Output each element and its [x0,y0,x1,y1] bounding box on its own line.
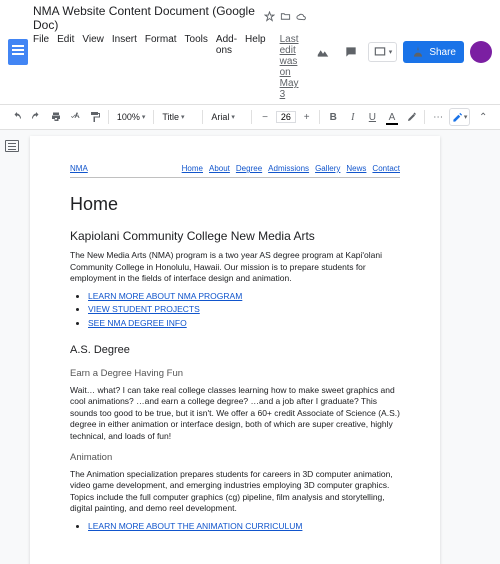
body-link[interactable]: LEARN MORE ABOUT NMA PROGRAM [88,291,242,301]
document-canvas[interactable]: NMA Home About Degree Admissions Gallery… [24,130,500,564]
document-title[interactable]: NMA Website Content Document (Google Doc… [33,4,258,32]
text-color-icon[interactable]: A [383,108,401,126]
zoom-select[interactable]: 100% [113,110,150,124]
nav-link[interactable]: News [346,164,366,175]
move-icon[interactable] [280,11,291,25]
docs-logo-icon[interactable] [8,39,28,65]
nav-link[interactable]: Degree [236,164,262,175]
menu-format[interactable]: Format [145,34,177,100]
undo-icon[interactable] [8,108,26,126]
nav-link[interactable]: Gallery [315,164,340,175]
italic-button[interactable]: I [344,108,362,126]
share-button[interactable]: Share [403,41,464,63]
body-link[interactable]: VIEW STUDENT PROJECTS [88,304,200,314]
nav-brand[interactable]: NMA [70,164,88,175]
menu-file[interactable]: File [33,34,49,100]
redo-icon[interactable] [28,108,46,126]
heading-2: Kapiolani Community College New Media Ar… [70,228,400,244]
paragraph: Wait… what? I can take real college clas… [70,385,400,442]
size-increase-icon[interactable]: + [298,108,316,126]
menu-insert[interactable]: Insert [112,34,137,100]
menu-tools[interactable]: Tools [185,34,208,100]
bold-button[interactable]: B [324,108,342,126]
paragraph: The Animation specialization prepares st… [70,469,400,515]
nav-link[interactable]: About [209,164,230,175]
activity-icon[interactable] [312,41,334,63]
nav-link[interactable]: Contact [372,164,400,175]
print-icon[interactable] [47,108,65,126]
font-select[interactable]: Arial [207,110,247,124]
last-edit-link[interactable]: Last edit was on May 3 [280,34,307,100]
cloud-icon[interactable] [296,11,307,25]
toolbar: 100% Title Arial − 26 + B I U A ⋯ ▾ ⌃ [0,104,500,129]
comments-icon[interactable] [340,41,362,63]
menu-addons[interactable]: Add-ons [216,34,237,100]
more-icon[interactable]: ⋯ [429,108,447,126]
present-button[interactable]: ▾ [368,42,398,62]
menu-help[interactable]: Help [245,34,266,100]
outline-icon[interactable] [5,140,19,152]
menu-edit[interactable]: Edit [57,34,74,100]
account-avatar[interactable] [470,41,492,63]
body-link[interactable]: SEE NMA DEGREE INFO [88,318,187,328]
body-link[interactable]: LEARN MORE ABOUT THE ANIMATION CURRICULU… [88,521,302,531]
spellcheck-icon[interactable] [67,108,85,126]
heading-3: A.S. Degree [70,343,400,358]
heading-1: Home [70,192,400,216]
menu-view[interactable]: View [82,34,104,100]
nav-link[interactable]: Home [182,164,203,175]
highlight-icon[interactable] [403,108,421,126]
hide-menus-icon[interactable]: ⌃ [474,108,492,126]
editing-mode-button[interactable]: ▾ [449,108,471,126]
underline-button[interactable]: U [364,108,382,126]
star-icon[interactable] [264,11,275,25]
heading-4: Earn a Degree Having Fun [70,368,400,381]
paragraph: The New Media Arts (NMA) program is a tw… [70,250,400,284]
heading-4: Animation [70,452,400,465]
size-input[interactable]: 26 [276,111,296,123]
size-decrease-icon[interactable]: − [256,108,274,126]
nav-link[interactable]: Admissions [268,164,309,175]
paint-format-icon[interactable] [86,108,104,126]
style-select[interactable]: Title [158,110,198,124]
